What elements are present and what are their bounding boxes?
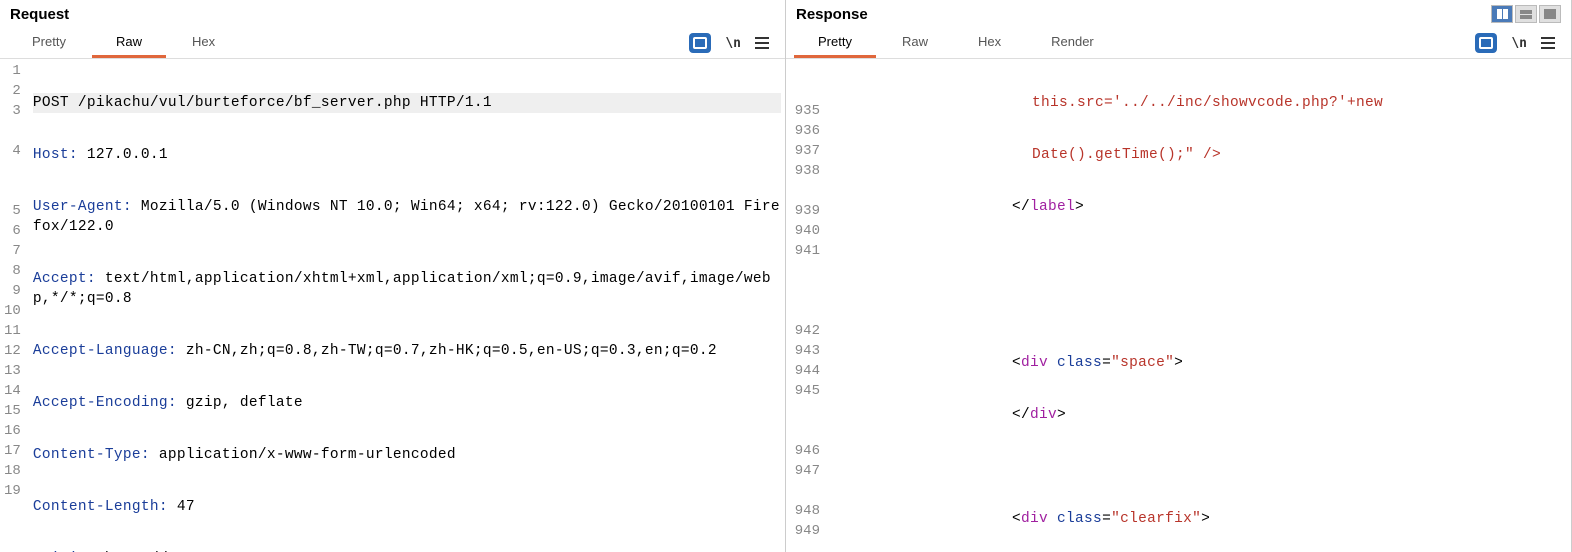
response-tab-icons: \n [1475, 33, 1563, 53]
actions-icon[interactable] [689, 33, 711, 53]
tab-pretty[interactable]: Pretty [794, 28, 876, 58]
request-title: Request [10, 6, 69, 23]
request-tabs: Pretty Raw Hex [8, 28, 239, 58]
request-header: Request [0, 0, 785, 28]
request-gutter: 1 2 3 4 5 6 7 8 9 10 11 12 13 14 15 16 1… [0, 59, 29, 552]
tab-render[interactable]: Render [1027, 28, 1118, 58]
response-code[interactable]: this.src='../../inc/showvcode.php?'+new … [828, 59, 1571, 552]
response-tabs: Pretty Raw Hex Render [794, 28, 1118, 58]
request-tab-icons: \n [689, 33, 777, 53]
tab-hex[interactable]: Hex [168, 28, 239, 58]
layout-split-button[interactable] [1491, 5, 1513, 23]
response-tabs-row: Pretty Raw Hex Render \n [786, 28, 1571, 59]
tab-hex[interactable]: Hex [954, 28, 1025, 58]
request-tabs-row: Pretty Raw Hex \n [0, 28, 785, 59]
response-editor[interactable]: 935 936 937 938 939 940 941 942 943 944 … [786, 59, 1571, 552]
response-title: Response [796, 6, 868, 23]
response-panel: Response Pretty Raw Hex Render \n 935 93 [786, 0, 1572, 552]
request-panel: Request Pretty Raw Hex \n 1 2 3 4 5 6 7 … [0, 0, 786, 552]
request-line: POST /pikachu/vul/burteforce/bf_server.p… [33, 95, 492, 111]
tab-raw[interactable]: Raw [878, 28, 952, 58]
response-gutter: 935 936 937 938 939 940 941 942 943 944 … [786, 59, 828, 552]
layout-stack-button[interactable] [1515, 5, 1537, 23]
actions-icon[interactable] [1475, 33, 1497, 53]
layout-single-button[interactable] [1539, 5, 1561, 23]
tab-pretty[interactable]: Pretty [8, 28, 90, 58]
newline-icon[interactable]: \n [725, 36, 741, 51]
hamburger-icon[interactable] [755, 37, 769, 49]
request-code[interactable]: POST /pikachu/vul/burteforce/bf_server.p… [29, 59, 785, 552]
request-editor[interactable]: 1 2 3 4 5 6 7 8 9 10 11 12 13 14 15 16 1… [0, 59, 785, 552]
layout-buttons [1491, 5, 1561, 23]
tab-raw[interactable]: Raw [92, 28, 166, 58]
newline-icon[interactable]: \n [1511, 36, 1527, 51]
response-header: Response [786, 0, 1571, 28]
hamburger-icon[interactable] [1541, 37, 1555, 49]
